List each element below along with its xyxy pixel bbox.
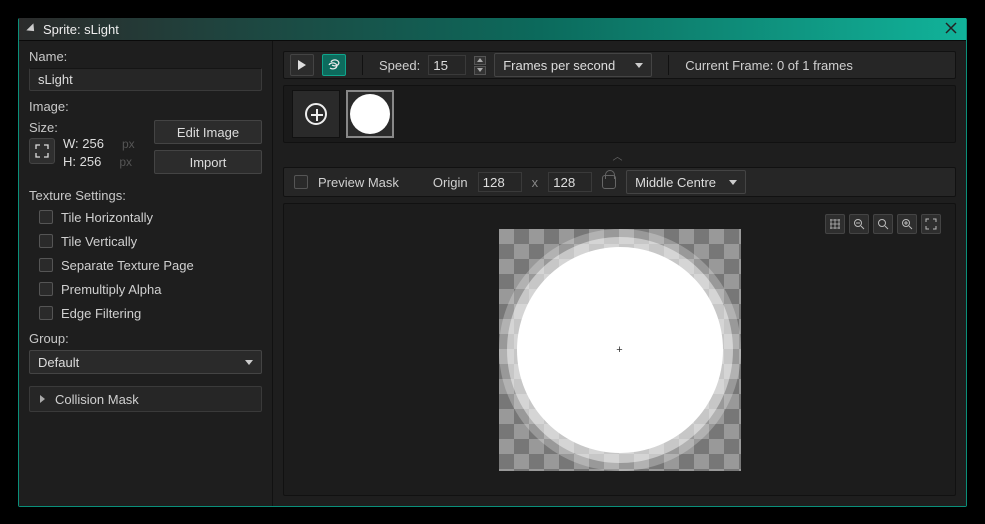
add-frame-button[interactable] <box>292 90 340 138</box>
plus-icon <box>305 103 327 125</box>
lock-icon[interactable] <box>602 175 616 189</box>
px-unit-w: px <box>122 137 135 151</box>
chevron-down-icon <box>635 63 643 68</box>
name-label: Name: <box>29 49 262 64</box>
tile-h-checkbox[interactable] <box>39 210 53 224</box>
group-label: Group: <box>29 331 262 346</box>
fps-value: Frames per second <box>503 58 615 73</box>
edge-filter-label: Edge Filtering <box>61 306 141 321</box>
separate-page-checkbox[interactable] <box>39 258 53 272</box>
left-panel: Name: Image: Size: W: 256 px H: 256 px <box>19 41 273 506</box>
origin-crosshair-icon: + <box>616 344 622 356</box>
playback-toolbar: Speed: Frames per second Current Frame: … <box>283 51 956 79</box>
tile-v-checkbox[interactable] <box>39 234 53 248</box>
fullscreen-button[interactable] <box>921 214 941 234</box>
preview-mask-checkbox[interactable] <box>294 175 308 189</box>
chevron-down-icon <box>729 180 737 185</box>
separate-page-label: Separate Texture Page <box>61 258 194 273</box>
collision-mask-row[interactable]: Collision Mask <box>29 386 262 412</box>
group-select[interactable]: Default <box>29 350 262 374</box>
origin-label: Origin <box>433 175 468 190</box>
resize-button[interactable] <box>29 138 55 164</box>
origin-y-input[interactable] <box>548 172 592 192</box>
anchor-select[interactable]: Middle Centre <box>626 170 746 194</box>
group-value: Default <box>38 355 79 370</box>
edit-image-button[interactable]: Edit Image <box>154 120 262 144</box>
sprite-editor-window: Sprite: sLight Name: Image: Size: W: 256 <box>18 18 967 507</box>
current-frame-label: Current Frame: 0 of 1 frames <box>685 58 853 73</box>
body: Name: Image: Size: W: 256 px H: 256 px <box>19 40 966 506</box>
origin-toolbar: Preview Mask Origin x Middle Centre <box>283 167 956 197</box>
grid-icon[interactable] <box>825 214 845 234</box>
separator <box>668 55 669 75</box>
loop-button[interactable] <box>322 54 346 76</box>
zoom-reset-button[interactable] <box>873 214 893 234</box>
chevron-down-icon <box>245 360 253 365</box>
sprite-preview: + <box>499 229 741 471</box>
zoom-toolbar <box>825 214 941 234</box>
tile-h-label: Tile Horizontally <box>61 210 153 225</box>
preview-canvas[interactable]: + <box>283 203 956 496</box>
premultiply-label: Premultiply Alpha <box>61 282 161 297</box>
preview-mask-label: Preview Mask <box>318 175 399 190</box>
window-title: Sprite: sLight <box>43 22 119 37</box>
size-label: Size: <box>29 120 140 135</box>
anchor-value: Middle Centre <box>635 175 716 190</box>
separator <box>362 55 363 75</box>
tile-v-label: Tile Vertically <box>61 234 137 249</box>
origin-sep: x <box>532 175 539 190</box>
close-button[interactable] <box>942 20 960 36</box>
chevron-right-icon <box>40 395 45 403</box>
frames-strip <box>283 85 956 143</box>
splitter-handle[interactable]: ︿ <box>283 149 956 161</box>
frame-thumb-0[interactable] <box>346 90 394 138</box>
speed-spinner[interactable] <box>474 56 486 75</box>
width-value: W: 256 <box>63 136 104 151</box>
origin-x-input[interactable] <box>478 172 522 192</box>
name-input[interactable] <box>29 68 262 91</box>
sprite-thumb-icon <box>350 94 390 134</box>
zoom-in-button[interactable] <box>897 214 917 234</box>
titlebar[interactable]: Sprite: sLight <box>19 18 966 40</box>
import-button[interactable]: Import <box>154 150 262 174</box>
edge-filter-checkbox[interactable] <box>39 306 53 320</box>
collision-label: Collision Mask <box>55 392 139 407</box>
collapse-icon[interactable] <box>26 23 37 34</box>
speed-label: Speed: <box>379 58 420 73</box>
px-unit-h: px <box>119 155 132 169</box>
height-value: H: 256 <box>63 154 101 169</box>
texture-settings-label: Texture Settings: <box>29 188 262 203</box>
premultiply-checkbox[interactable] <box>39 282 53 296</box>
right-panel: Speed: Frames per second Current Frame: … <box>273 41 966 506</box>
fps-select[interactable]: Frames per second <box>494 53 652 77</box>
speed-input[interactable] <box>428 55 466 75</box>
image-label: Image: <box>29 99 262 114</box>
zoom-out-button[interactable] <box>849 214 869 234</box>
play-button[interactable] <box>290 54 314 76</box>
